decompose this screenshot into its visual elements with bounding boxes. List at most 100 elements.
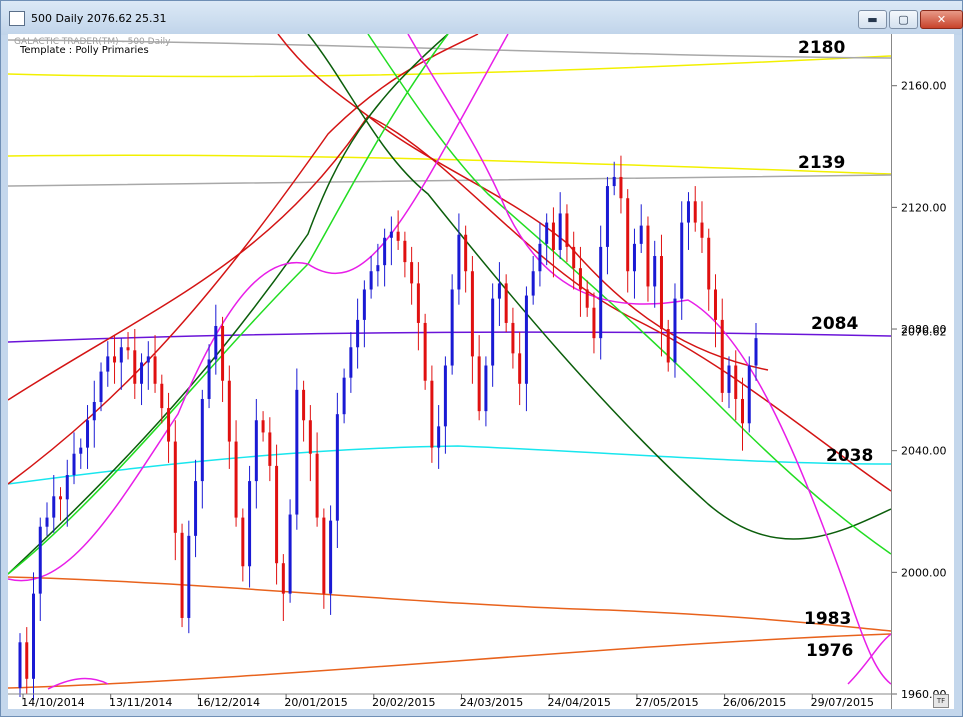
candle [565,204,569,263]
candle-body [747,365,751,424]
minimize-button[interactable]: ▬ [858,10,887,29]
candle-body [322,517,326,594]
candle [349,332,353,393]
overlay-line-purple [8,331,891,343]
candle [632,228,636,299]
candle [558,192,562,260]
candle [146,341,150,390]
candle-body [18,642,22,688]
title-bar[interactable]: 500 Daily 2076.62 25.31 ▬ ▢ ✕ [1,1,963,35]
candle [173,420,177,561]
candle-body [585,289,589,308]
candle [470,256,474,384]
candle-body [707,237,711,290]
candle-body [605,186,609,247]
candle [592,292,596,354]
candle [416,262,420,351]
x-tick-label: 20/02/2015 [372,696,435,709]
candle-body [194,481,198,536]
candle [241,508,245,582]
candle-body [686,201,690,223]
candle [585,280,589,317]
candle-body [403,240,407,263]
candle [302,380,306,442]
candle-body [558,213,562,250]
candle-body [106,356,110,372]
candle [626,189,630,293]
candle [437,405,441,469]
candle [295,368,299,530]
close-button[interactable]: ✕ [920,10,963,29]
candle-body [700,222,704,238]
x-tick-label: 13/11/2014 [109,696,172,709]
candle-body [99,371,103,403]
overlay-line-magenta-1 [8,34,509,582]
candle [86,405,90,469]
candle-body [65,475,69,500]
candle-body [362,289,366,320]
candle [686,192,690,250]
candle [389,216,393,266]
candle-body [315,453,319,518]
candle-body [302,389,306,421]
candle [160,374,164,424]
candle [268,417,272,482]
candle-body [632,243,636,272]
candle-body [396,231,400,241]
timeframe-button[interactable]: TF [933,694,949,708]
candle-body [727,365,731,393]
candle [308,405,312,482]
candle-body [187,535,191,618]
candle [605,176,609,275]
candle-body [86,420,90,448]
candle [403,231,407,278]
candle-body [241,517,245,567]
candle-body [268,432,272,466]
candle [329,505,333,615]
price-axis[interactable]: 1960.00 2000.00 2040.00 2080.00 2120.00 2160.… [881,34,954,709]
overlay-line-red-1 [8,115,891,492]
candle [653,240,657,308]
chart-plot-area[interactable]: GALACTIC TRADER(TM) - 500 Daily Template… [8,34,891,709]
level-label: 2084 [811,314,858,334]
overlay-line-orange-2 [8,633,891,689]
restore-button[interactable]: ▢ [889,10,918,29]
candle [52,475,56,533]
candle-body [342,377,346,415]
candle-body [659,256,663,330]
chart-app-icon[interactable] [9,11,25,26]
candle-body [578,268,582,290]
candle [646,216,650,302]
candle-body [524,295,528,384]
candle [369,256,373,299]
candle-body [551,222,555,250]
candle [707,228,711,311]
candle-body [450,289,454,366]
overlay-line-red-2 [8,34,479,485]
candle-body [207,359,211,399]
candle [700,201,704,253]
candle [187,520,191,634]
window-title: 500 Daily 2076.62 [31,12,133,25]
window-title-extra: 25.31 [135,12,167,25]
candle [18,633,22,698]
price-chart: GALACTIC TRADER(TM) - 500 Daily Template… [8,34,891,709]
candle [504,274,508,333]
y-tick-label: 2120.00 [901,201,947,214]
x-tick-label: 24/04/2015 [547,696,610,709]
candle-body [430,380,434,448]
level-label: 2139 [798,153,845,173]
candle [200,389,204,509]
candle [126,332,130,360]
candle-body [511,322,515,354]
candle [342,368,346,424]
candle-body [626,198,630,272]
candle-body [356,319,360,348]
candle-body [79,447,83,454]
candle-body [470,271,474,357]
candle-body [275,465,279,564]
candle [315,432,319,527]
candle-body [619,176,623,199]
candle [221,316,225,403]
candle [32,572,36,701]
